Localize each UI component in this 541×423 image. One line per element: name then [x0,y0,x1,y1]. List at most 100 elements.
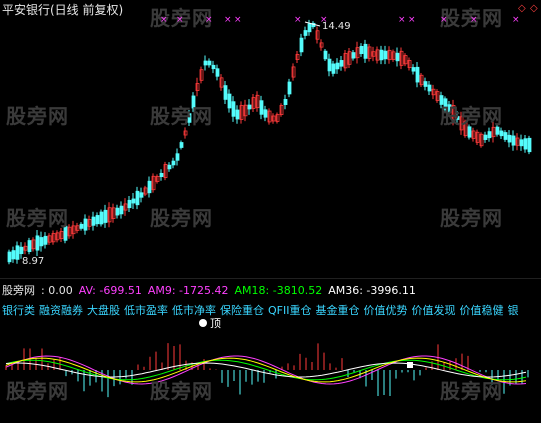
candle-body [15,245,20,260]
candle-body [323,50,328,60]
price-chart[interactable] [0,0,541,278]
x-mark-icon: × [176,15,184,25]
candle-body [527,137,532,153]
candle-body [415,66,420,83]
candle-body [519,139,524,147]
candle-body [339,60,344,67]
candle-body [27,240,32,253]
candle-body [147,180,152,194]
tag-item[interactable]: 价值发现 [411,304,455,317]
tag-item[interactable]: 银行类 [2,304,35,317]
tag-item[interactable]: 价值优势 [363,304,407,317]
x-mark-icon: × [398,15,406,25]
candle-body [119,205,124,215]
panel-divider [0,278,541,279]
candle-body [7,251,12,263]
diamond-icon: ◇ [518,3,526,14]
candle-body [523,138,528,150]
candle-body [299,37,304,53]
tag-item[interactable]: QFII重仓 [268,304,311,317]
tag-item[interactable]: 融资融券 [39,304,83,317]
candle-body [95,215,100,225]
candle-body [503,132,508,140]
x-mark-icon: × [470,15,478,25]
candle-body [19,246,24,255]
candle-body [351,52,356,59]
candle-body [127,199,132,209]
candle-body [231,101,236,117]
watermark: 股旁网 [150,104,213,128]
candle-body [383,50,388,60]
indicator-value: : 0.00 [41,284,73,297]
candle-body [507,134,512,143]
indicator-name[interactable]: 股旁网 [2,284,35,297]
candle-body [395,52,400,62]
watermark: 股旁网 [150,379,213,403]
candle-body [335,62,340,70]
diamond-icon: ◇ [530,3,538,14]
candle-body [223,85,228,100]
candle-body [423,81,428,87]
am36-value: AM36: -3996.11 [328,284,416,297]
candle-body [43,235,48,245]
tag-item[interactable]: 价值稳健 [459,304,503,317]
candle-body [207,60,212,66]
candle-body [487,131,492,139]
candle-body [483,134,488,140]
candle-body [247,104,252,110]
tag-item[interactable]: 低市盈率 [124,304,168,317]
watermark: 股旁网 [440,206,503,230]
candle-body [327,58,332,72]
candle-body [363,43,368,59]
watermark: 股旁网 [440,379,503,403]
candle-body [135,190,140,206]
candle-body [499,130,504,137]
candle-body [511,135,516,146]
tag-item[interactable]: 保险重仓 [220,304,264,317]
tag-item[interactable]: 大盘股 [87,304,120,317]
candle-body [11,250,16,260]
x-mark-icon: × [205,15,213,25]
tag-item[interactable]: 银 [507,304,518,317]
x-mark-icon: × [294,15,302,25]
candle-body [35,235,40,251]
top-signal-marker [199,319,207,327]
candle-body [283,98,288,106]
candle-body [379,49,384,61]
am9-value: AM9: -1725.42 [147,284,229,297]
candle-body [203,60,208,66]
candle-body [175,153,180,161]
x-mark-icon: × [440,15,448,25]
candle-body [263,109,268,118]
candle-body [303,30,308,36]
candle-body [159,172,164,178]
candle-body [235,109,240,120]
candle-body [215,68,220,77]
candle-body [259,100,264,115]
x-mark-icon: × [234,15,242,25]
candle-body [171,160,176,166]
candle-body [39,237,44,247]
x-mark-icon: × [160,15,168,25]
candle-body [115,207,120,216]
candle-body [79,223,84,229]
high-price-label: 14.49 [322,21,351,32]
candle-body [411,67,416,72]
indicator-values: 股旁网: 0.00 AV: -699.51 AM9: -1725.42 AM18: -… [2,282,422,298]
top-signal-label: 顶 [210,317,221,330]
watermark: 股旁网 [6,379,69,403]
watermark: 股旁网 [6,206,69,230]
watermark: 股旁网 [440,104,503,128]
x-mark-icon: × [512,15,520,25]
candle-body [103,209,108,223]
watermark: 股旁网 [6,104,69,128]
candle-body [179,142,184,148]
candle-body [139,192,144,198]
candle-body [91,216,96,226]
low-price-label: 8.97 [22,256,45,267]
av-value: AV: -699.51 [78,284,142,297]
x-mark-icon: × [224,15,232,25]
tag-item[interactable]: 基金重仓 [315,304,359,317]
candle-body [359,45,364,55]
x-mark-icon: × [408,15,416,25]
